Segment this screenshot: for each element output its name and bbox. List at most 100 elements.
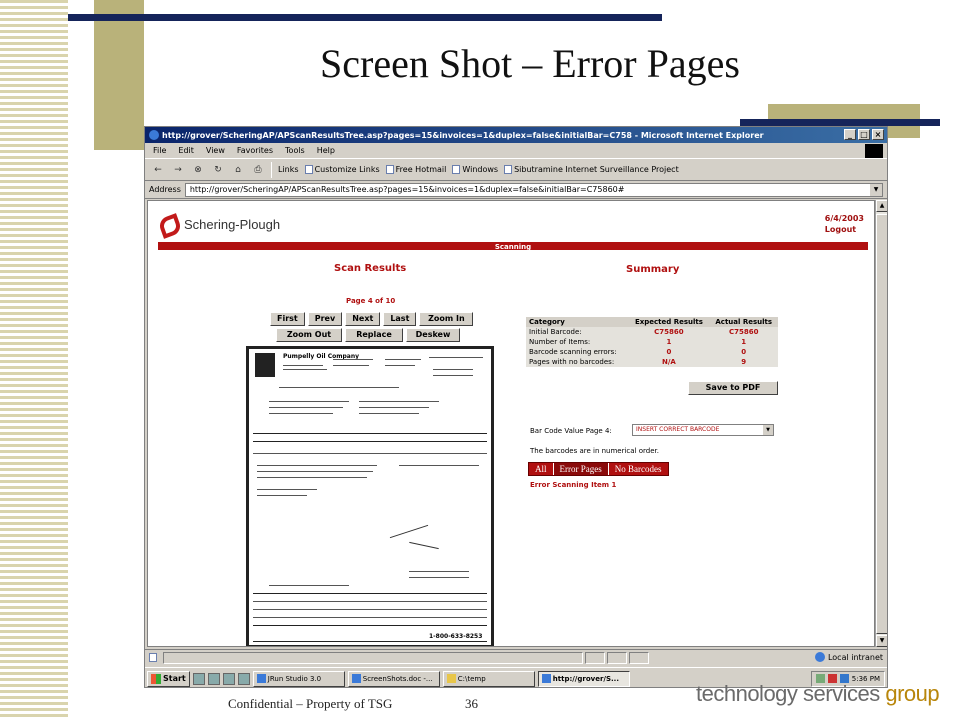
summary-header-expected: Expected Results [628,317,710,327]
status-bar: Local intranet [145,649,887,665]
quicklaunch-icon[interactable] [237,672,250,685]
zoom-out-button[interactable]: Zoom Out [276,328,342,342]
status-text-area [163,651,583,664]
links-toolbar: ← → ⊗ ↻ ⌂ ⎙ Links Customize Links Free H… [145,159,887,181]
error-item-link[interactable]: Error Scanning Item 1 [530,481,616,489]
ie-icon [541,674,551,683]
save-to-pdf-button[interactable]: Save to PDF [688,381,778,395]
scroll-up-icon[interactable]: ▲ [876,200,887,212]
quicklaunch-icon[interactable] [222,672,235,685]
links-label: Links [278,165,299,174]
prev-button[interactable]: Prev [307,312,343,326]
document-phone: 1-800-633-8253 [429,633,483,640]
table-row: Barcode scanning errors: 0 0 [526,347,778,357]
link-hotmail[interactable]: Free Hotmail [385,165,446,174]
slide-navy-bar-right [740,119,940,126]
menu-favorites[interactable]: Favorites [237,146,273,155]
windows-flag-icon [151,673,161,684]
deskew-button[interactable]: Deskew [406,328,460,342]
link-sibutramine[interactable]: Sibutramine Internet Surveillance Projec… [504,165,679,174]
status-segment [607,651,627,664]
print-icon[interactable]: ⎙ [251,163,265,177]
scan-results-heading: Scan Results [334,263,407,274]
menu-view[interactable]: View [206,146,225,155]
stop-icon[interactable]: ⊗ [191,163,205,177]
windows-logo-icon [865,144,883,158]
link-windows[interactable]: Windows [452,165,498,174]
app-icon [256,674,266,683]
chevron-down-icon[interactable]: ▼ [763,425,773,435]
barcode-value-label: Bar Code Value Page 4: [530,427,612,435]
security-zone: Local intranet [814,652,883,662]
barcode-select[interactable]: INSERT CORRECT BARCODE ▼ [632,424,774,436]
nav-buttons-row2: Zoom Out Replace Deskew [276,328,460,342]
summary-heading: Summary [626,264,680,275]
task-screenshots-doc[interactable]: ScreenShots.doc -... [347,670,440,687]
menu-edit[interactable]: Edit [178,146,194,155]
schering-logo-icon [158,213,180,235]
results-tabs: All Error Pages No Barcodes [528,462,669,476]
close-button[interactable]: × [872,129,884,140]
page-icon [452,165,461,174]
footer-page-number: 36 [465,696,478,711]
minimize-button[interactable]: _ [844,129,856,140]
quicklaunch-icon[interactable] [207,672,220,685]
address-bar: Address http://grover/ScheringAP/APScanR… [145,181,887,199]
summary-header-category: Category [526,317,629,327]
menu-tools[interactable]: Tools [285,146,305,155]
footer-confidential: Confidential – Property of TSG [228,696,393,711]
intranet-icon [814,652,825,662]
browser-titlebar: http://grover/ScheringAP/APScanResultsTr… [145,127,887,143]
start-button[interactable]: Start [147,670,190,687]
slide-navy-bar-top [68,14,662,21]
address-label: Address [149,185,181,194]
task-browser[interactable]: http://grover/S... [537,670,630,687]
first-button[interactable]: First [270,312,305,326]
slide-title: Screen Shot – Error Pages [320,41,740,86]
link-customize[interactable]: Customize Links [304,165,380,174]
page-status-icon [149,653,157,662]
last-button[interactable]: Last [383,312,417,326]
scroll-thumb[interactable] [876,214,887,634]
page-indicator: Page 4 of 10 [346,297,396,305]
replace-button[interactable]: Replace [345,328,403,342]
refresh-icon[interactable]: ↻ [211,163,225,177]
status-segment [629,651,649,664]
address-dropdown-icon[interactable]: ▼ [870,183,882,196]
toolbar-separator [271,161,272,178]
current-date: 6/4/2003 [824,214,864,223]
folder-icon [446,674,456,683]
table-row: Initial Barcode: C75860 C75860 [526,327,778,337]
company-name: Schering-Plough [184,216,281,232]
page-icon [304,165,313,174]
tsg-brand-logo: technology services group [696,681,940,706]
tab-no-barcodes[interactable]: No Barcodes [608,463,668,475]
maximize-button[interactable]: □ [858,129,870,140]
tab-all[interactable]: All [529,463,554,475]
barcode-select-value: INSERT CORRECT BARCODE [636,426,720,433]
address-input[interactable]: http://grover/ScheringAP/APScanResultsTr… [184,182,883,197]
task-temp-folder[interactable]: C:\temp [442,670,535,687]
quicklaunch-icon[interactable] [192,672,205,685]
zoom-in-button[interactable]: Zoom In [419,312,474,326]
menu-file[interactable]: File [153,146,166,155]
summary-table: Category Expected Results Actual Results… [526,317,778,367]
forward-icon[interactable]: → [171,163,185,177]
home-icon[interactable]: ⌂ [231,163,245,177]
tab-error-pages[interactable]: Error Pages [553,463,609,475]
page-content: Schering-Plough 6/4/2003 Logout Scanning… [147,200,875,647]
next-button[interactable]: Next [345,312,381,326]
ie-icon [149,130,159,140]
zone-label: Local intranet [827,652,883,662]
slide-olive-block-left [94,0,144,150]
barcode-order-note: The barcodes are in numerical order. [530,447,659,455]
vertical-scrollbar[interactable]: ▲ ▼ [875,200,887,647]
task-jrun[interactable]: JRun Studio 3.0 [252,670,345,687]
menu-help[interactable]: Help [317,146,335,155]
back-icon[interactable]: ← [151,163,165,177]
scroll-down-icon[interactable]: ▼ [876,635,887,647]
logout-link[interactable]: Logout [825,224,864,235]
browser-screenshot: http://grover/ScheringAP/APScanResultsTr… [144,126,888,688]
summary-header-row: Category Expected Results Actual Results [526,317,778,327]
window-controls: _ □ × [844,129,884,140]
